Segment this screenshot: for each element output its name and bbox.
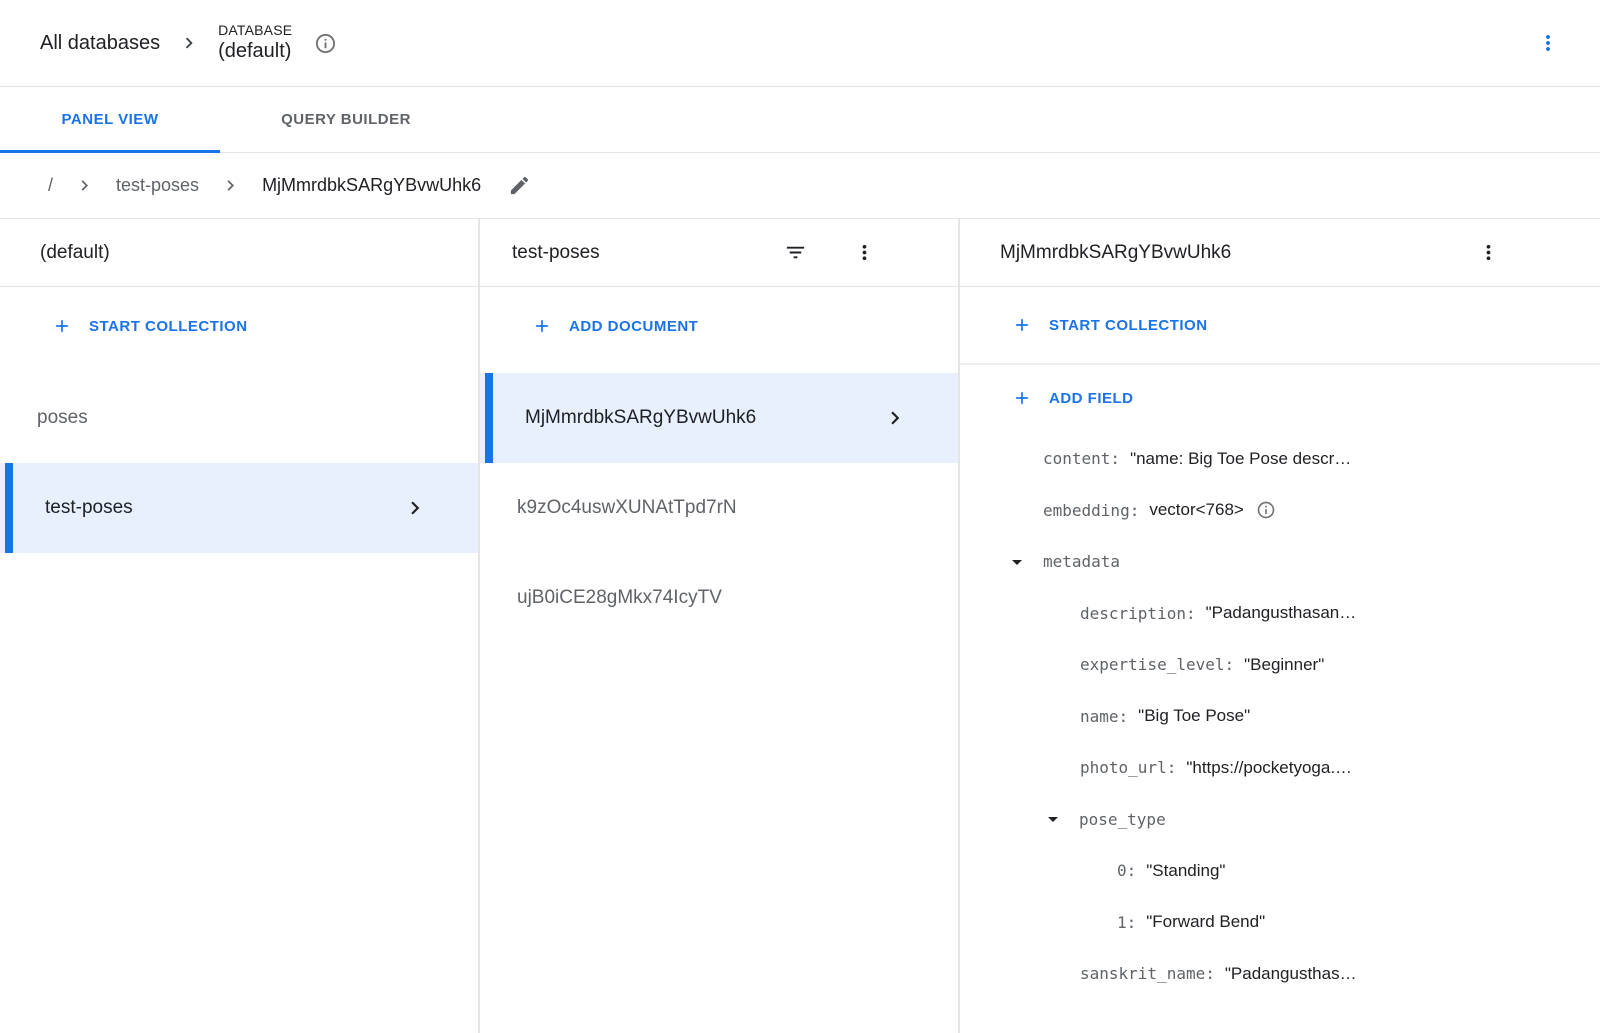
document-panel-header: MjMmrdbkSARgYBvwUhk6 [960, 219, 1600, 287]
top-bar: All databases DATABASE (default) [0, 0, 1600, 87]
field-row-pose-type-0[interactable]: 0: "Standing" [960, 845, 1600, 897]
selected-indicator [5, 463, 13, 553]
field-row-expertise-level[interactable]: expertise_level: "Beginner" [960, 639, 1600, 691]
field-row-name[interactable]: name: "Big Toe Pose" [960, 691, 1600, 743]
plus-icon [1012, 315, 1032, 335]
kebab-menu-icon[interactable] [1532, 27, 1564, 59]
tab-query-builder[interactable]: QUERY BUILDER [220, 87, 472, 152]
database-label: DATABASE [218, 22, 292, 39]
field-row-embedding[interactable]: embedding: vector<768> [960, 485, 1600, 537]
database-selector[interactable]: DATABASE (default) [218, 22, 292, 63]
database-name: (default) [218, 39, 292, 63]
document-list: MjMmrdbkSARgYBvwUhk6 k9zOc4uswXUNAtTpd7r… [480, 373, 958, 643]
collection-item-test-poses[interactable]: test-poses [0, 463, 478, 553]
plus-icon [1012, 388, 1032, 408]
collection-panel-title: test-poses [512, 242, 600, 264]
view-tabs: PANEL VIEW QUERY BUILDER [0, 87, 1600, 153]
breadcrumb-document: MjMmrdbkSARgYBvwUhk6 [262, 175, 481, 196]
field-row-photo-url[interactable]: photo_url: "https://pocketyoga.… [960, 742, 1600, 794]
kebab-menu-icon[interactable] [1477, 241, 1500, 264]
chevron-right-icon [178, 32, 200, 54]
document-item[interactable]: k9zOc4uswXUNAtTpd7rN [480, 463, 958, 553]
plus-icon [532, 316, 552, 336]
document-item[interactable]: ujB0iCE28gMkx74IcyTV [480, 553, 958, 643]
database-panel-header: (default) [0, 219, 478, 287]
chevron-right-icon [882, 405, 908, 431]
chevron-right-icon [74, 175, 95, 196]
database-panel: (default) START COLLECTION poses test-po… [0, 219, 480, 1033]
kebab-menu-icon[interactable] [853, 241, 876, 264]
breadcrumb-root[interactable]: / [48, 175, 53, 196]
field-row-pose-type[interactable]: pose_type [960, 794, 1600, 846]
tab-panel-view[interactable]: PANEL VIEW [0, 87, 220, 152]
breadcrumb: / test-poses MjMmrdbkSARgYBvwUhk6 [0, 153, 1600, 219]
chevron-right-icon [402, 495, 428, 521]
panel-view: (default) START COLLECTION poses test-po… [0, 219, 1600, 1033]
start-collection-button[interactable]: START COLLECTION [0, 287, 478, 365]
collection-panel-header: test-poses [480, 219, 958, 287]
document-panel: MjMmrdbkSARgYBvwUhk6 START COLLECTION AD… [960, 219, 1600, 1033]
collapse-arrow-icon[interactable] [1005, 550, 1029, 574]
field-row-sanskrit-name[interactable]: sanskrit_name: "Padangusthas… [960, 948, 1600, 1000]
add-field-button[interactable]: ADD FIELD [960, 365, 1600, 431]
edit-pencil-icon[interactable] [508, 174, 531, 197]
plus-icon [52, 316, 72, 336]
breadcrumb-collection[interactable]: test-poses [116, 175, 199, 196]
collection-panel: test-poses ADD DOCUMENT MjMmrdbkSARgYBvw… [480, 219, 960, 1033]
field-row-content[interactable]: content: "name: Big Toe Pose descr… [960, 433, 1600, 485]
document-item[interactable]: MjMmrdbkSARgYBvwUhk6 [480, 373, 958, 463]
chevron-right-icon [220, 175, 241, 196]
add-document-button[interactable]: ADD DOCUMENT [480, 287, 958, 365]
collection-item-poses[interactable]: poses [0, 373, 478, 463]
collapse-arrow-icon[interactable] [1041, 807, 1065, 831]
field-row-pose-type-1[interactable]: 1: "Forward Bend" [960, 897, 1600, 949]
field-tree: content: "name: Big Toe Pose descr… embe… [960, 431, 1600, 1000]
document-panel-title: MjMmrdbkSARgYBvwUhk6 [1000, 242, 1231, 264]
filter-icon[interactable] [784, 241, 807, 264]
selected-indicator [485, 373, 493, 463]
database-panel-title: (default) [40, 242, 110, 264]
field-row-metadata[interactable]: metadata [960, 536, 1600, 588]
start-collection-button[interactable]: START COLLECTION [960, 287, 1600, 365]
collection-list: poses test-poses [0, 373, 478, 553]
info-icon[interactable] [314, 32, 337, 55]
info-icon[interactable] [1256, 500, 1276, 520]
field-row-description[interactable]: description: "Padangusthasan… [960, 588, 1600, 640]
all-databases-link[interactable]: All databases [40, 32, 160, 55]
